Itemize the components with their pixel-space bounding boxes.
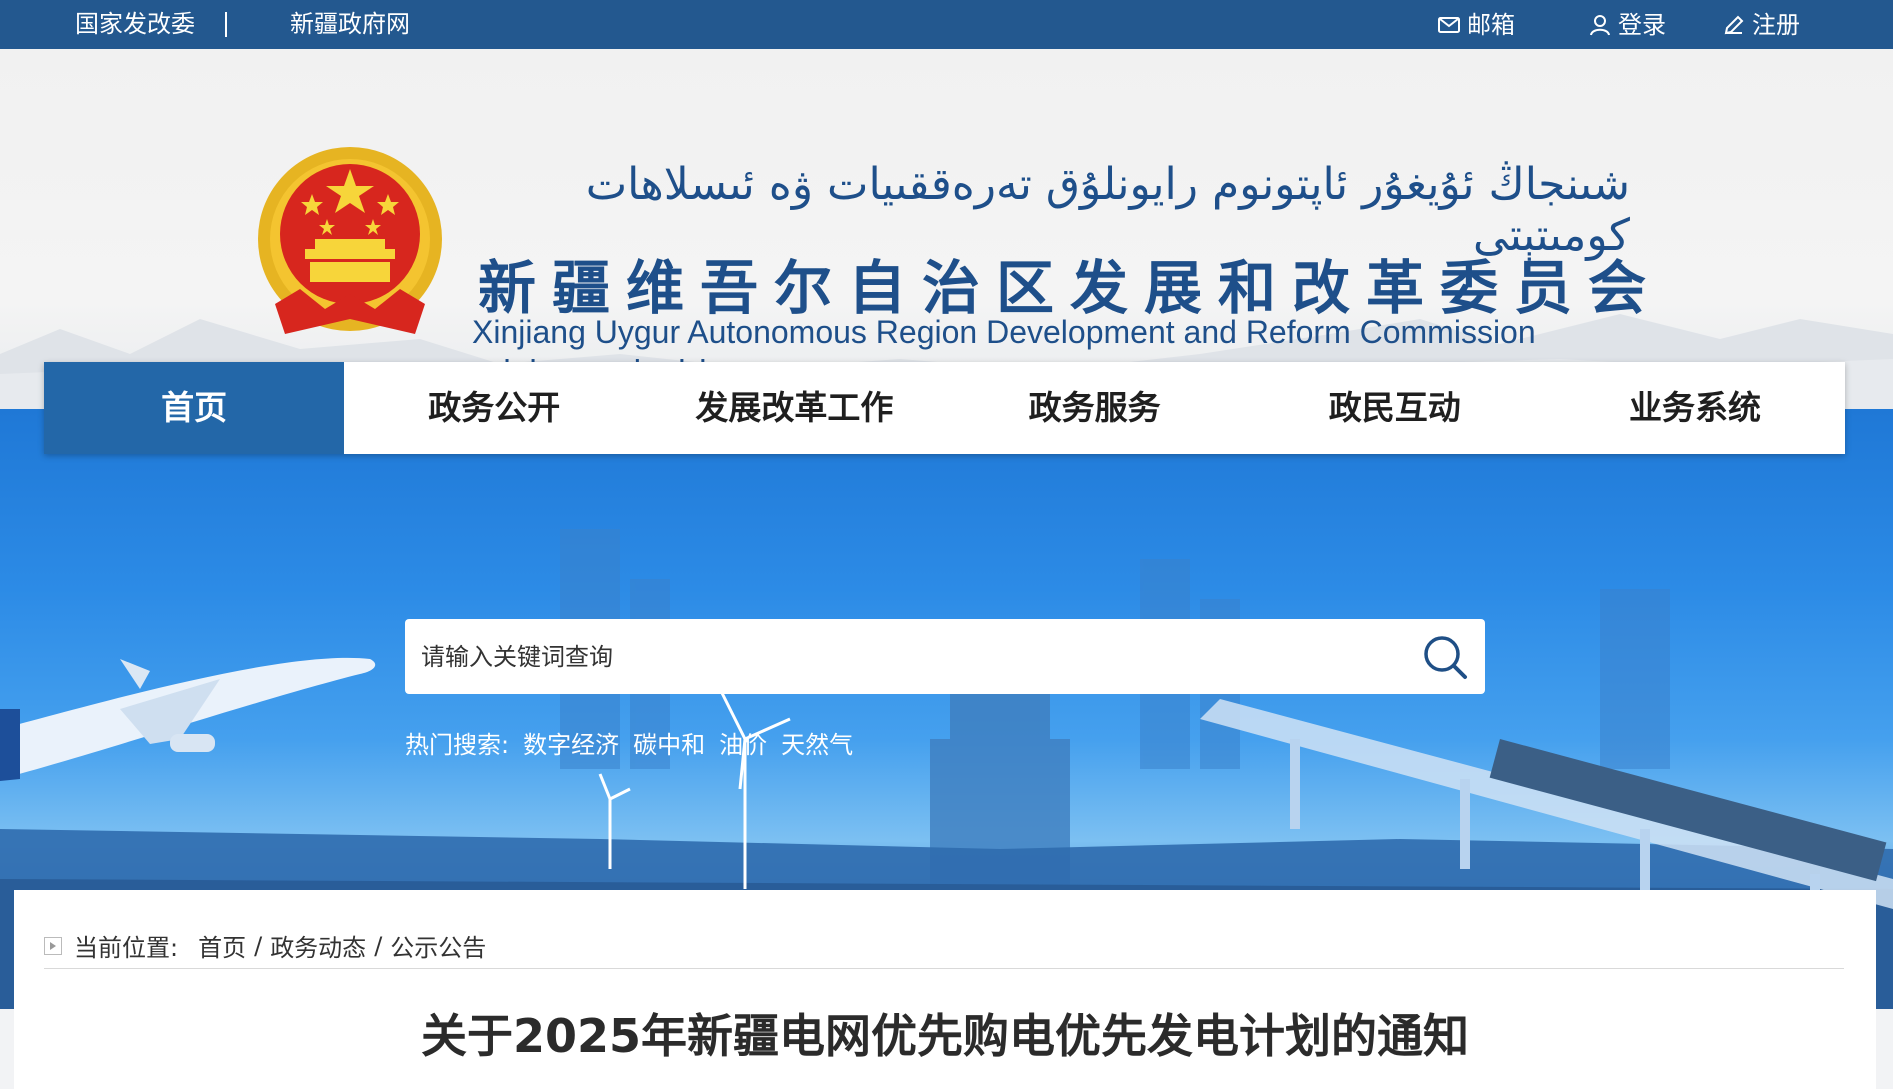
mail-label: 邮箱 xyxy=(1467,10,1515,39)
mail-icon xyxy=(1438,16,1460,33)
link-ndrc[interactable]: 国家发改委 xyxy=(75,0,195,49)
nav-item-business-systems[interactable]: 业务系统 xyxy=(1545,362,1845,454)
search-input[interactable] xyxy=(405,619,1405,694)
search-button[interactable] xyxy=(1405,619,1485,694)
register-label: 注册 xyxy=(1752,10,1800,39)
mail-link[interactable]: 邮箱 xyxy=(1437,0,1515,49)
breadcrumb-icon xyxy=(44,936,62,955)
article-title: 关于2025年新疆电网优先购电优先发电计划的通知 xyxy=(420,1009,1470,1063)
article-container: 当前位置: 首页 / 政务动态 / 公示公告 关于2025年新疆电网优先购电优先… xyxy=(14,890,1876,1089)
hot-term-carbon-neutral[interactable]: 碳中和 xyxy=(633,725,705,760)
breadcrumb-news[interactable]: 政务动态 xyxy=(270,928,366,963)
hot-searches: 热门搜索: 数字经济 碳中和 油价 天然气 xyxy=(405,725,853,760)
search-icon xyxy=(1424,635,1467,679)
breadcrumb-label: 当前位置: xyxy=(74,934,179,962)
breadcrumb-notices[interactable]: 公示公告 xyxy=(390,928,486,963)
user-icon xyxy=(1590,14,1610,35)
nav-item-services[interactable]: 政务服务 xyxy=(945,362,1245,454)
login-label: 登录 xyxy=(1618,10,1666,39)
site-header: شىنجاڭ ئۇيغۇر ئاپتونوم رايونلۇق تەرەققىي… xyxy=(0,49,1893,409)
pencil-icon xyxy=(1724,15,1744,34)
nav-item-government-affairs[interactable]: 政务公开 xyxy=(344,362,644,454)
breadcrumb: 当前位置: 首页 / 政务动态 / 公示公告 xyxy=(44,928,486,963)
divider xyxy=(225,12,227,37)
hot-search-label: 热门搜索: xyxy=(405,731,510,759)
top-bar: 国家发改委 新疆政府网 邮箱 登录 注册 xyxy=(0,0,1893,49)
hot-term-digital-economy[interactable]: 数字经济 xyxy=(523,725,619,760)
register-link[interactable]: 注册 xyxy=(1722,0,1800,49)
hot-term-oil-price[interactable]: 油价 xyxy=(719,725,767,760)
nav-item-interaction[interactable]: 政民互动 xyxy=(1245,362,1545,454)
main-nav: 首页 政务公开 发展改革工作 政务服务 政民互动 业务系统 xyxy=(44,362,1845,454)
site-title-english: Xinjiang Uygur Autonomous Region Develop… xyxy=(472,314,1536,350)
national-emblem xyxy=(258,147,442,334)
login-link[interactable]: 登录 xyxy=(1588,0,1666,49)
divider xyxy=(44,968,1844,969)
search-box xyxy=(405,619,1485,694)
nav-item-home[interactable]: 首页 xyxy=(44,362,345,454)
hot-term-natural-gas[interactable]: 天然气 xyxy=(781,725,853,760)
site-title-chinese: 新疆维吾尔自治区发展和改革委员会 xyxy=(478,254,1663,322)
breadcrumb-home[interactable]: 首页 xyxy=(198,928,246,963)
nav-item-reform-work[interactable]: 发展改革工作 xyxy=(644,362,944,454)
link-xinjiang-gov[interactable]: 新疆政府网 xyxy=(290,0,410,49)
